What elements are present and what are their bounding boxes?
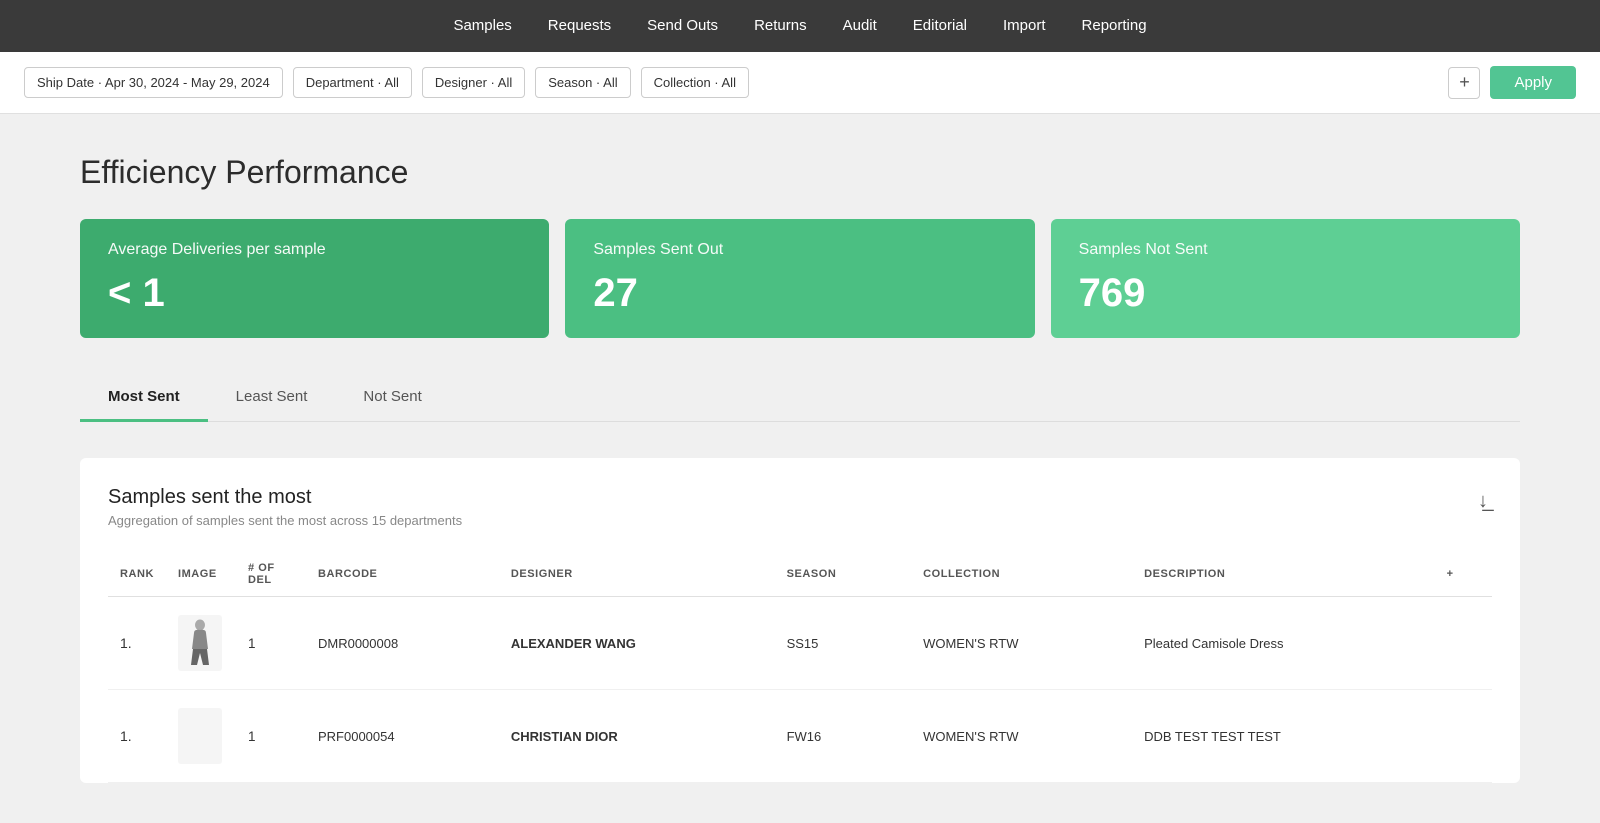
row-1-collection: WOMEN'S RTW [911, 690, 1132, 783]
table-section: Samples sent the most Aggregation of sam… [80, 458, 1520, 783]
stat-card-avg-deliveries: Average Deliveries per sample < 1 [80, 219, 549, 338]
row-0-num-del: 1 [236, 597, 306, 690]
department-filter[interactable]: Department · All [293, 67, 412, 98]
col-season: SEASON [775, 552, 912, 597]
designer-filter[interactable]: Designer · All [422, 67, 525, 98]
nav-returns[interactable]: Returns [736, 0, 825, 52]
stat-value-avg: < 1 [108, 271, 521, 316]
col-add-column[interactable]: + [1435, 552, 1492, 597]
col-description: DESCRIPTION [1132, 552, 1435, 597]
table-subtitle: Aggregation of samples sent the most acr… [108, 513, 462, 528]
nav-reporting[interactable]: Reporting [1064, 0, 1165, 52]
download-icon[interactable]: ↓̲ [1474, 486, 1492, 517]
collection-filter[interactable]: Collection · All [641, 67, 749, 98]
filter-bar: Ship Date · Apr 30, 2024 - May 29, 2024 … [0, 52, 1600, 114]
tab-least-sent[interactable]: Least Sent [208, 374, 336, 422]
table-row: 1. 1PRF0000054CHRISTIAN DIORFW16WOMEN'S R… [108, 690, 1492, 783]
row-0-extra [1435, 597, 1492, 690]
nav-audit[interactable]: Audit [825, 0, 895, 52]
row-0-barcode: DMR0000008 [306, 597, 499, 690]
page-title: Efficiency Performance [80, 154, 1520, 191]
season-filter[interactable]: Season · All [535, 67, 630, 98]
table-row: 1. 1DMR0000008ALEXANDER WANGSS15WOMEN'S … [108, 597, 1492, 690]
row-1-season: FW16 [775, 690, 912, 783]
row-1-image [166, 690, 236, 783]
row-1-designer: CHRISTIAN DIOR [499, 690, 775, 783]
add-filter-button[interactable]: + [1448, 67, 1480, 99]
row-1-barcode: PRF0000054 [306, 690, 499, 783]
stat-label-sent-out: Samples Sent Out [593, 241, 1006, 259]
row-1-rank: 1. [108, 690, 166, 783]
col-rank: RANK [108, 552, 166, 597]
tabs: Most Sent Least Sent Not Sent [80, 374, 1520, 422]
row-0-collection: WOMEN'S RTW [911, 597, 1132, 690]
stat-card-not-sent: Samples Not Sent 769 [1051, 219, 1520, 338]
stat-card-sent-out: Samples Sent Out 27 [565, 219, 1034, 338]
row-1-extra [1435, 690, 1492, 783]
stat-label-not-sent: Samples Not Sent [1079, 241, 1492, 259]
stat-label-avg: Average Deliveries per sample [108, 241, 521, 259]
nav-import[interactable]: Import [985, 0, 1064, 52]
nav-send-outs[interactable]: Send Outs [629, 0, 736, 52]
col-num-del: # OF DEL [236, 552, 306, 597]
samples-table: RANK IMAGE # OF DEL BARCODE DESIGNER SEA… [108, 552, 1492, 783]
table-header-row: RANK IMAGE # OF DEL BARCODE DESIGNER SEA… [108, 552, 1492, 597]
col-barcode: BARCODE [306, 552, 499, 597]
stat-value-sent-out: 27 [593, 271, 1006, 316]
sample-thumbnail [178, 615, 222, 671]
stat-value-not-sent: 769 [1079, 271, 1492, 316]
nav-samples[interactable]: Samples [435, 0, 529, 52]
ship-date-filter[interactable]: Ship Date · Apr 30, 2024 - May 29, 2024 [24, 67, 283, 98]
row-1-description: DDB TEST TEST TEST [1132, 690, 1435, 783]
top-navigation: Samples Requests Send Outs Returns Audit… [0, 0, 1600, 52]
row-0-description: Pleated Camisole Dress [1132, 597, 1435, 690]
col-collection: COLLECTION [911, 552, 1132, 597]
main-content: Efficiency Performance Average Deliverie… [0, 114, 1600, 823]
row-1-num-del: 1 [236, 690, 306, 783]
row-0-designer: ALEXANDER WANG [499, 597, 775, 690]
row-0-season: SS15 [775, 597, 912, 690]
tab-not-sent[interactable]: Not Sent [335, 374, 449, 422]
col-image: IMAGE [166, 552, 236, 597]
row-0-rank: 1. [108, 597, 166, 690]
apply-button[interactable]: Apply [1490, 66, 1576, 99]
sample-thumbnail-empty [178, 708, 222, 764]
stat-cards: Average Deliveries per sample < 1 Sample… [80, 219, 1520, 338]
col-designer: DESIGNER [499, 552, 775, 597]
nav-editorial[interactable]: Editorial [895, 0, 985, 52]
table-title: Samples sent the most [108, 486, 462, 509]
row-0-image [166, 597, 236, 690]
tab-most-sent[interactable]: Most Sent [80, 374, 208, 422]
nav-requests[interactable]: Requests [530, 0, 629, 52]
